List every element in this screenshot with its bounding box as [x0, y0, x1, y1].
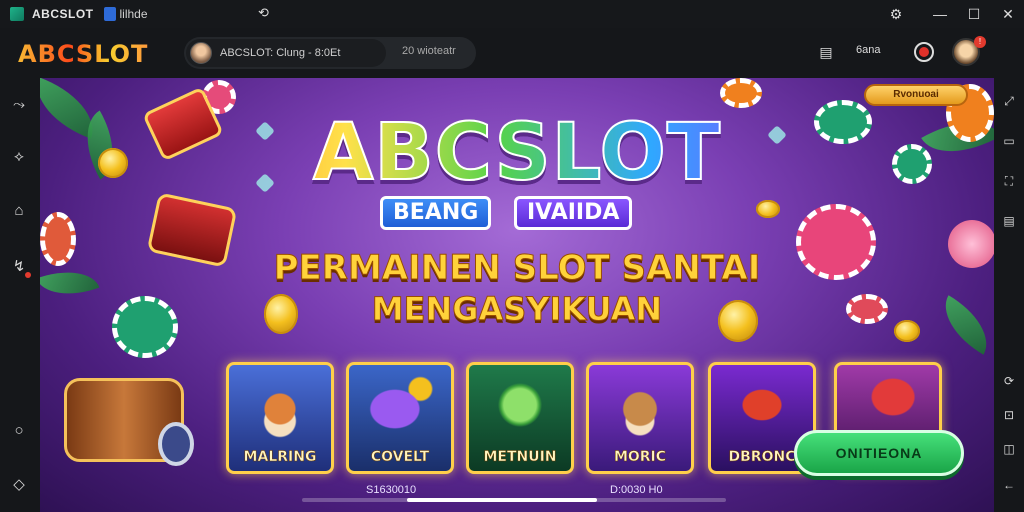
- viewer-count: 20 wioteatr: [402, 45, 456, 57]
- ribbon-right: IVAIIDA: [514, 196, 633, 230]
- gear-icon[interactable]: ⚙: [884, 4, 908, 24]
- session-text: ABCSLOT: Clung - 8:0Et: [220, 47, 341, 59]
- rotate-icon[interactable]: ⟳: [1000, 372, 1018, 390]
- minimize-button[interactable]: —: [928, 4, 952, 24]
- game-card-label: MORIC: [613, 449, 667, 466]
- share-icon[interactable]: ⤳: [8, 94, 30, 116]
- fox-character-art: [229, 365, 331, 445]
- game-card[interactable]: COVELT: [346, 362, 454, 474]
- app-logo-icon: [10, 7, 24, 21]
- game-card[interactable]: MALRING: [226, 362, 334, 474]
- home-circle-icon[interactable]: ○: [8, 420, 30, 442]
- stat-left: S1630010: [366, 484, 417, 496]
- game-banner[interactable]: Rvonuoai ABCSLOT BEANG IVAIIDA PERMAINEN…: [40, 78, 994, 512]
- carousel-scrollbar[interactable]: [302, 498, 726, 502]
- game-card-label: MALRING: [243, 449, 317, 466]
- left-sidebar: ⤳ ⟡ ⌂ ↯ ○ ◇: [0, 78, 40, 512]
- game-card[interactable]: MORIC: [586, 362, 694, 474]
- purse-art: [349, 365, 451, 445]
- window-subtitle: lilhde: [119, 7, 148, 21]
- tagline-primary: PERMAINEN SLOT SANTAI: [273, 248, 761, 289]
- network-icon[interactable]: ⟡: [8, 146, 30, 168]
- session-pill[interactable]: ABCSLOT: Clung - 8:0Et 20 wioteatr: [184, 37, 476, 69]
- camera-icon[interactable]: ◫: [1000, 440, 1018, 458]
- host-avatar: [190, 42, 212, 64]
- event-pill[interactable]: Rvonuoai: [864, 84, 968, 106]
- window-title: ABCSLOT: [32, 7, 94, 21]
- right-sidebar: ⤢ ▭ ⛶ ▤ ⟳ ⊡ ◫ ←: [994, 78, 1024, 512]
- ring-decoration: [158, 422, 194, 466]
- game-card[interactable]: METNUIN: [466, 362, 574, 474]
- header-label[interactable]: 6ana: [856, 44, 880, 56]
- list-icon[interactable]: ▤: [1000, 212, 1018, 230]
- fullscreen-icon[interactable]: ⛶: [1000, 172, 1018, 190]
- title-bar: ABCSLOT lilhde ⟲ ⚙ — ☐ ✕: [0, 0, 1024, 28]
- close-button[interactable]: ✕: [996, 4, 1020, 24]
- game-card-label: COVELT: [370, 449, 430, 466]
- banner-title: ABCSLOT: [40, 107, 994, 199]
- session-info[interactable]: ABCSLOT: Clung - 8:0Et: [186, 39, 386, 67]
- app-header: ABCSLOT ABCSLOT: Clung - 8:0Et 20 wiotea…: [0, 28, 1024, 78]
- slot-logo-art: [711, 365, 813, 445]
- window-icon[interactable]: ▭: [1000, 132, 1018, 150]
- maximize-button[interactable]: ☐: [962, 4, 986, 24]
- poker-chip: [720, 78, 762, 108]
- play-now-button[interactable]: ONITIEONA: [794, 430, 964, 476]
- game-card-label: METNUIN: [483, 449, 557, 466]
- record-icon[interactable]: [914, 42, 934, 62]
- screenshot-icon[interactable]: ⊡: [1000, 406, 1018, 424]
- document-icon[interactable]: ▤: [816, 42, 836, 62]
- store-icon[interactable]: ⌂: [8, 200, 30, 222]
- tagline-secondary: MENGASYIKUAN: [371, 290, 663, 329]
- back-diamond-icon[interactable]: ◇: [8, 474, 30, 496]
- notification-badge: !: [974, 36, 986, 48]
- compass-art: [469, 365, 571, 445]
- back-arrow-icon[interactable]: ←: [1000, 476, 1018, 494]
- app-window: ABCSLOT lilhde ⟲ ⚙ — ☐ ✕ ABCSLOT ABCSLOT…: [0, 0, 1024, 512]
- route-icon[interactable]: ↯: [8, 256, 30, 278]
- stat-right: D:0030 H0: [610, 484, 663, 496]
- raccoon-character-art: [589, 365, 691, 445]
- tab-badge-icon: [103, 7, 116, 21]
- gold-coin: [756, 200, 780, 218]
- back-icon[interactable]: ⟲: [258, 6, 272, 20]
- ribbon-left: BEANG: [380, 196, 492, 230]
- expand-icon[interactable]: ⤢: [1000, 92, 1018, 110]
- brand-logo[interactable]: ABCSLOT: [18, 40, 148, 68]
- carousel-scroll-thumb[interactable]: [407, 498, 598, 502]
